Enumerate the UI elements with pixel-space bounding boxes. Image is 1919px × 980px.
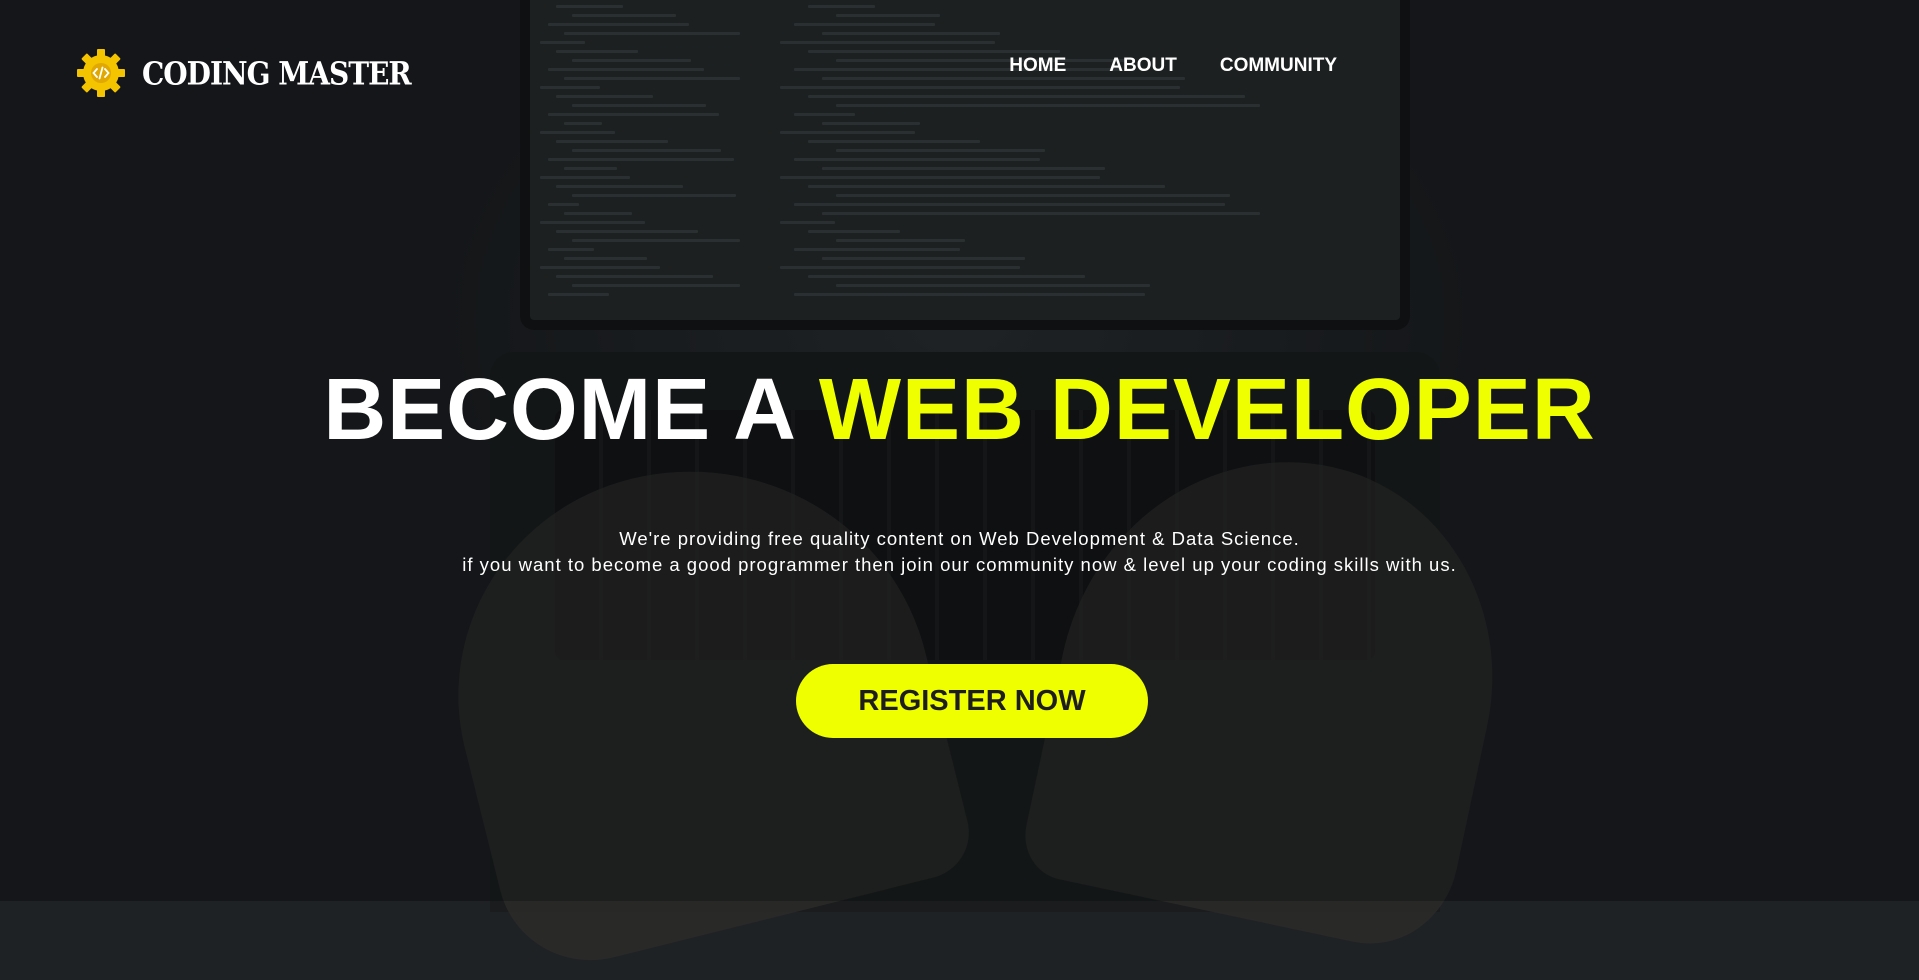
hero-title-main: BECOME A xyxy=(323,361,794,458)
register-now-button[interactable]: REGISTER NOW xyxy=(796,664,1148,738)
hero-subtitle-line-1: We're providing free quality content on … xyxy=(619,528,1300,549)
hero-title-accent: WEB DEVELOPER xyxy=(818,361,1596,458)
hero-title: BECOME A WEB DEVELOPER xyxy=(0,366,1919,453)
hero-subtitle-line-2: if you want to become a good programmer … xyxy=(462,554,1457,575)
nav-home-link[interactable]: HOME xyxy=(1009,55,1066,77)
gear-code-icon xyxy=(77,49,125,97)
logo[interactable]: CODING MASTER xyxy=(76,48,412,98)
nav-community-link[interactable]: COMMUNITY xyxy=(1220,55,1337,77)
main-nav: HOME ABOUT COMMUNITY xyxy=(1009,55,1337,77)
nav-about-link[interactable]: ABOUT xyxy=(1109,55,1177,77)
hero-subtitle: We're providing free quality content on … xyxy=(0,526,1919,578)
brand-name: CODING MASTER xyxy=(142,54,412,92)
